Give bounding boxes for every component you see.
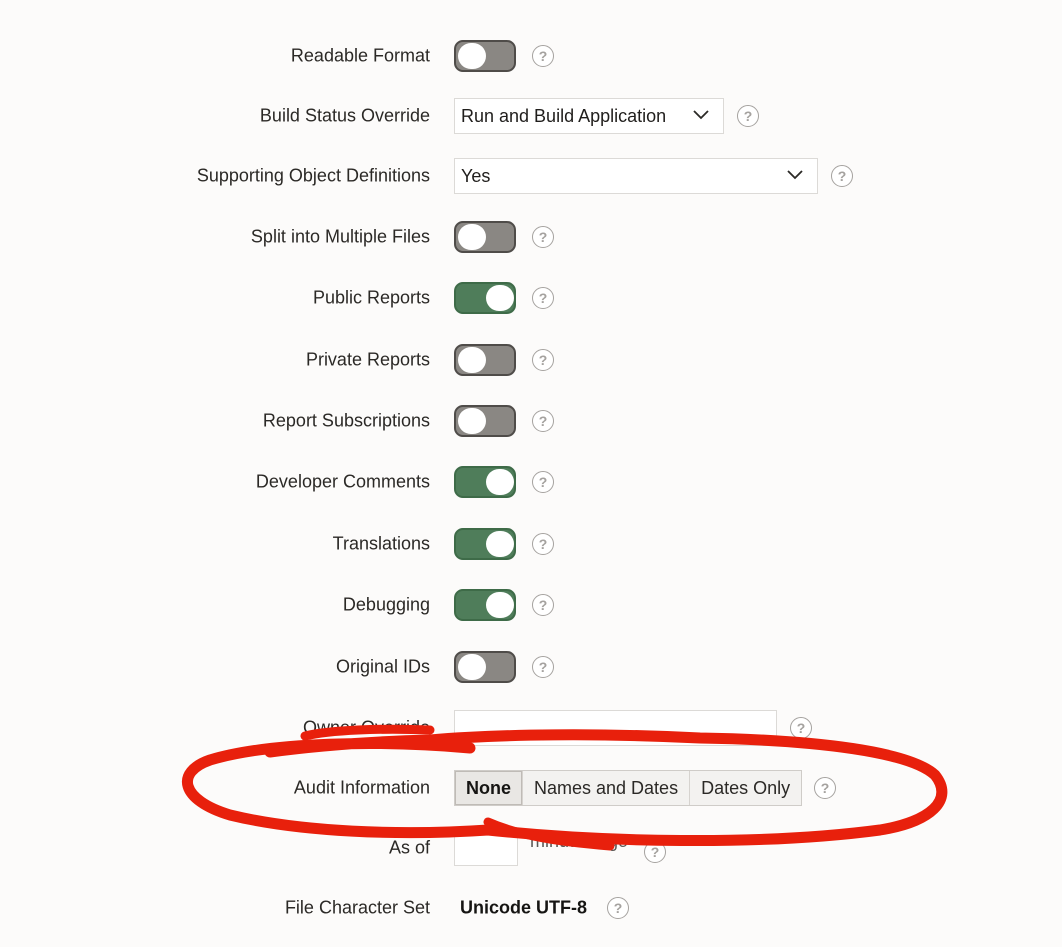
original-ids-label: Original IDs: [335, 656, 430, 677]
supporting-object-definitions-label: Supporting Object Definitions: [196, 165, 430, 186]
question-circle-icon[interactable]: ?: [737, 105, 759, 127]
build-status-override-select[interactable]: Run and Build Application: [454, 98, 724, 134]
minutes-ago-text: minutes ago: [530, 831, 629, 851]
row-owner-override: Owner Override ?: [0, 708, 1062, 748]
split-into-multiple-files-label: Split into Multiple Files: [250, 226, 430, 247]
toggle-knob: [486, 285, 514, 311]
toggle-knob: [458, 654, 486, 680]
row-report-subscriptions: Report Subscriptions ?: [0, 401, 1062, 441]
chevron-down-icon: [787, 170, 803, 180]
row-original-ids: Original IDs ?: [0, 647, 1062, 687]
build-status-override-value: Run and Build Application: [461, 106, 667, 126]
question-circle-icon[interactable]: ?: [607, 897, 629, 919]
as-of-label: As of: [388, 837, 430, 858]
as-of-minutes-input[interactable]: [454, 830, 518, 866]
row-split-into-multiple-files: Split into Multiple Files ?: [0, 217, 1062, 257]
audit-option-dates-only[interactable]: Dates Only: [689, 771, 802, 805]
toggle-knob: [458, 347, 486, 373]
translations-toggle[interactable]: [454, 528, 516, 560]
audit-option-none[interactable]: None: [455, 771, 522, 805]
split-into-multiple-files-toggle[interactable]: [454, 221, 516, 253]
debugging-label: Debugging: [342, 594, 430, 615]
owner-override-label: Owner Override: [302, 717, 430, 738]
row-debugging: Debugging ?: [0, 585, 1062, 625]
question-circle-icon[interactable]: ?: [814, 777, 836, 799]
report-subscriptions-toggle[interactable]: [454, 405, 516, 437]
question-circle-icon[interactable]: ?: [532, 410, 554, 432]
public-reports-toggle[interactable]: [454, 282, 516, 314]
readable-format-toggle[interactable]: [454, 40, 516, 72]
private-reports-toggle[interactable]: [454, 344, 516, 376]
translations-label: Translations: [332, 533, 430, 554]
question-circle-icon[interactable]: ?: [532, 656, 554, 678]
debugging-toggle[interactable]: [454, 589, 516, 621]
question-circle-icon[interactable]: ?: [532, 349, 554, 371]
row-build-status-override: Build Status Override Run and Build Appl…: [0, 96, 1062, 136]
private-reports-label: Private Reports: [305, 349, 430, 370]
toggle-knob: [458, 224, 486, 250]
question-circle-icon[interactable]: ?: [790, 717, 812, 739]
row-supporting-object-definitions: Supporting Object Definitions Yes ?: [0, 156, 1062, 196]
row-file-character-set: File Character Set Unicode UTF-8 ?: [0, 888, 1062, 928]
question-circle-icon[interactable]: ?: [644, 841, 666, 863]
row-audit-information: Audit Information None Names and Dates D…: [0, 768, 1062, 808]
audit-information-label: Audit Information: [293, 777, 430, 798]
row-readable-format: Readable Format ?: [0, 36, 1062, 76]
original-ids-toggle[interactable]: [454, 651, 516, 683]
audit-information-radio-group: None Names and Dates Dates Only: [454, 770, 803, 806]
row-as-of: As of minutes ago ?: [0, 828, 1062, 868]
toggle-knob: [486, 531, 514, 557]
toggle-knob: [458, 43, 486, 69]
file-character-set-label: File Character Set: [284, 897, 430, 918]
question-circle-icon[interactable]: ?: [532, 471, 554, 493]
build-status-override-label: Build Status Override: [259, 105, 430, 126]
question-circle-icon[interactable]: ?: [831, 165, 853, 187]
row-public-reports: Public Reports ?: [0, 278, 1062, 318]
toggle-knob: [458, 408, 486, 434]
owner-override-input[interactable]: [454, 710, 777, 746]
row-developer-comments: Developer Comments ?: [0, 462, 1062, 502]
toggle-knob: [486, 592, 514, 618]
report-subscriptions-label: Report Subscriptions: [262, 410, 430, 431]
chevron-down-icon: [693, 110, 709, 120]
question-circle-icon[interactable]: ?: [532, 533, 554, 555]
row-private-reports: Private Reports ?: [0, 340, 1062, 380]
developer-comments-label: Developer Comments: [255, 471, 430, 492]
file-character-set-value: Unicode UTF-8: [460, 897, 588, 918]
row-translations: Translations ?: [0, 524, 1062, 564]
developer-comments-toggle[interactable]: [454, 466, 516, 498]
public-reports-label: Public Reports: [312, 287, 430, 308]
audit-option-names-and-dates[interactable]: Names and Dates: [522, 771, 690, 805]
readable-format-label: Readable Format: [290, 45, 430, 66]
toggle-knob: [486, 469, 514, 495]
question-circle-icon[interactable]: ?: [532, 226, 554, 248]
supporting-object-definitions-select[interactable]: Yes: [454, 158, 818, 194]
question-circle-icon[interactable]: ?: [532, 45, 554, 67]
question-circle-icon[interactable]: ?: [532, 287, 554, 309]
supporting-object-definitions-value: Yes: [461, 166, 491, 186]
question-circle-icon[interactable]: ?: [532, 594, 554, 616]
